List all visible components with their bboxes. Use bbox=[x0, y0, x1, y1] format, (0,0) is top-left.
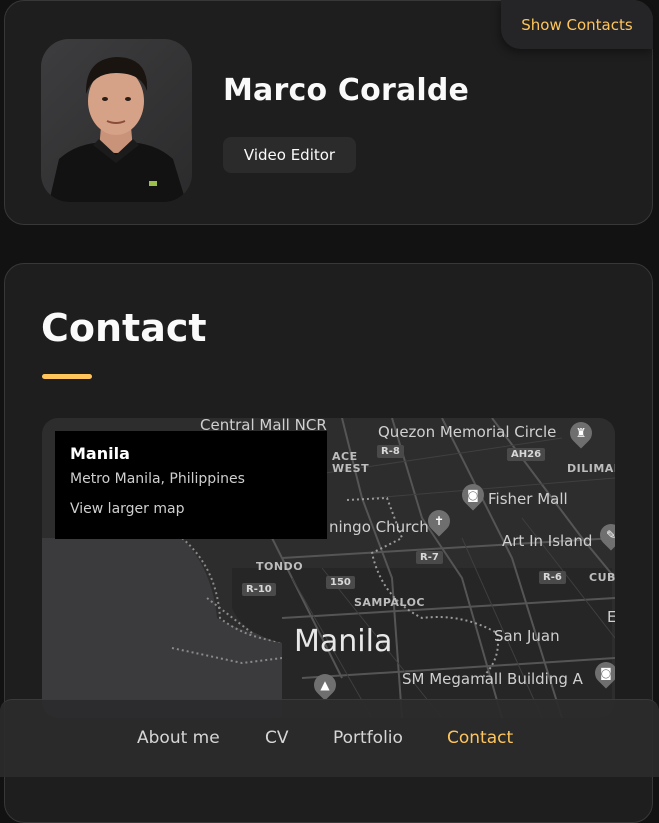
show-contacts-button[interactable]: Show Contacts bbox=[501, 0, 653, 49]
road-badge-r8: R-8 bbox=[377, 445, 404, 458]
view-larger-map-link[interactable]: View larger map bbox=[70, 501, 312, 517]
map-label-san-juan: San Juan bbox=[494, 627, 560, 645]
map-label-tondo: TONDO bbox=[256, 560, 304, 573]
map-label-sm-megamall: SM Megamall Building A bbox=[402, 670, 583, 688]
nav-about-me[interactable]: About me bbox=[137, 728, 220, 748]
church-pin-icon[interactable]: ✝ bbox=[423, 505, 455, 537]
avatar-portrait bbox=[49, 57, 186, 202]
park-pin-icon[interactable]: ▲ bbox=[309, 669, 341, 701]
map-label-west: WEST bbox=[332, 462, 370, 475]
profile-card: Show Contacts Marco Coralde Video Editor bbox=[4, 0, 653, 225]
landmark-pin-icon[interactable]: ♜ bbox=[565, 418, 597, 449]
avatar bbox=[41, 39, 192, 202]
road-badge-150: 150 bbox=[326, 576, 355, 589]
map-label-manila: Manila bbox=[294, 624, 393, 659]
map-info-place: Manila bbox=[70, 444, 130, 463]
map-info-region: Metro Manila, Philippines bbox=[70, 471, 245, 487]
road-badge-ah26: AH26 bbox=[507, 448, 546, 461]
contact-heading: Contact bbox=[41, 306, 207, 350]
nav-cv[interactable]: CV bbox=[265, 728, 289, 748]
map-label-fisher-mall: Fisher Mall bbox=[488, 490, 568, 508]
bottom-navbar: About me CV Portfolio Contact bbox=[0, 699, 659, 777]
road-badge-r10: R-10 bbox=[242, 583, 276, 596]
map-label-e-edge: E bbox=[607, 608, 615, 626]
job-title-badge: Video Editor bbox=[223, 137, 356, 173]
road-badge-r7: R-7 bbox=[416, 551, 443, 564]
map-label-art-in-island: Art In Island bbox=[502, 532, 593, 550]
profile-name: Marco Coralde bbox=[223, 73, 470, 108]
map-label-diliman: DILIMAN bbox=[567, 462, 615, 475]
nav-portfolio[interactable]: Portfolio bbox=[333, 728, 403, 748]
road-badge-r6: R-6 bbox=[539, 571, 566, 584]
nav-contact[interactable]: Contact bbox=[447, 728, 513, 748]
map-info-card: Manila Metro Manila, Philippines View la… bbox=[55, 431, 327, 539]
mall-pin-icon[interactable]: ◙ bbox=[590, 657, 615, 689]
shopping-pin-icon[interactable]: ◙ bbox=[457, 479, 489, 511]
map-label-church: ningo Church bbox=[329, 518, 429, 536]
map-label-cub: CUB bbox=[589, 571, 615, 584]
map-label-sampaloc: SAMPALOC bbox=[354, 596, 425, 609]
embedded-map[interactable]: Central Mall NCR Quezon Memorial Circle … bbox=[42, 418, 615, 718]
heading-underline bbox=[42, 374, 92, 379]
map-label-quezon-circle: Quezon Memorial Circle bbox=[378, 423, 557, 441]
